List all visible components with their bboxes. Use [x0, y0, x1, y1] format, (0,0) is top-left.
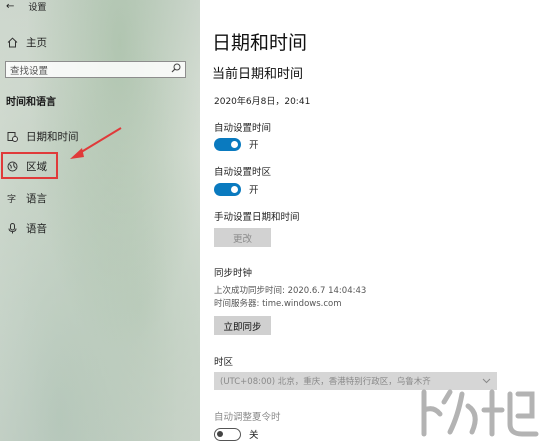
- highlight-box: [1, 152, 58, 179]
- auto-time-state: 开: [249, 140, 259, 151]
- nav-home[interactable]: 主页: [6, 35, 47, 50]
- dst-state: 关: [249, 430, 259, 441]
- sidebar-item-speech[interactable]: 语音: [6, 221, 47, 236]
- section-title: 当前日期和时间: [212, 67, 304, 82]
- sidebar: ← 设置 主页 查找设置 时间和语言 日期和时间 区域 字 语言 语音: [0, 0, 200, 441]
- annotation-arrow-icon: [70, 127, 122, 159]
- sync-now-button[interactable]: 立即同步: [214, 316, 271, 335]
- page-title: 日期和时间: [212, 32, 308, 54]
- auto-time-row: 开: [214, 137, 259, 151]
- dst-row: 关: [214, 427, 259, 441]
- auto-time-label: 自动设置时间: [214, 123, 272, 134]
- search-icon[interactable]: [171, 63, 181, 76]
- calendar-icon: [6, 131, 18, 142]
- sidebar-item-label: 语言: [26, 193, 47, 205]
- dst-toggle[interactable]: [214, 427, 241, 441]
- dst-label: 自动调整夏令时: [214, 412, 281, 423]
- title-bar: ← 设置: [6, 0, 47, 13]
- sync-heading: 同步时钟: [214, 268, 253, 279]
- auto-time-toggle[interactable]: [214, 137, 241, 151]
- search-placeholder: 查找设置: [10, 65, 49, 77]
- auto-timezone-row: 开: [214, 182, 259, 196]
- auto-timezone-toggle[interactable]: [214, 182, 241, 196]
- home-icon: [6, 37, 18, 48]
- section-label: 时间和语言: [6, 97, 56, 108]
- sidebar-item-label: 语音: [26, 223, 47, 235]
- microphone-icon: [6, 223, 18, 234]
- svg-text:字: 字: [7, 193, 16, 204]
- search-input[interactable]: 查找设置: [5, 61, 186, 78]
- manual-datetime-label: 手动设置日期和时间: [214, 212, 300, 223]
- current-datetime: 2020年6月8日，20:41: [214, 97, 311, 107]
- window-title: 设置: [28, 2, 47, 13]
- auto-timezone-state: 开: [249, 185, 259, 196]
- watermark-logo-icon: [421, 389, 539, 437]
- back-arrow-icon[interactable]: ←: [6, 1, 14, 12]
- auto-timezone-label: 自动设置时区: [214, 167, 272, 178]
- language-icon: 字: [6, 193, 18, 204]
- main-panel: 日期和时间 当前日期和时间 2020年6月8日，20:41 自动设置时间 开 自…: [200, 0, 545, 441]
- time-server-text: 时间服务器: time.windows.com: [214, 299, 342, 309]
- timezone-label: 时区: [214, 357, 234, 368]
- sidebar-item-language[interactable]: 字 语言: [6, 191, 48, 206]
- timezone-value: (UTC+08:00) 北京，重庆，香港特别行政区，乌鲁木齐: [220, 377, 431, 387]
- last-sync-text: 上次成功同步时间: 2020.6.7 14:04:43: [214, 286, 367, 296]
- change-button[interactable]: 更改: [214, 228, 271, 247]
- nav-home-label: 主页: [26, 37, 47, 49]
